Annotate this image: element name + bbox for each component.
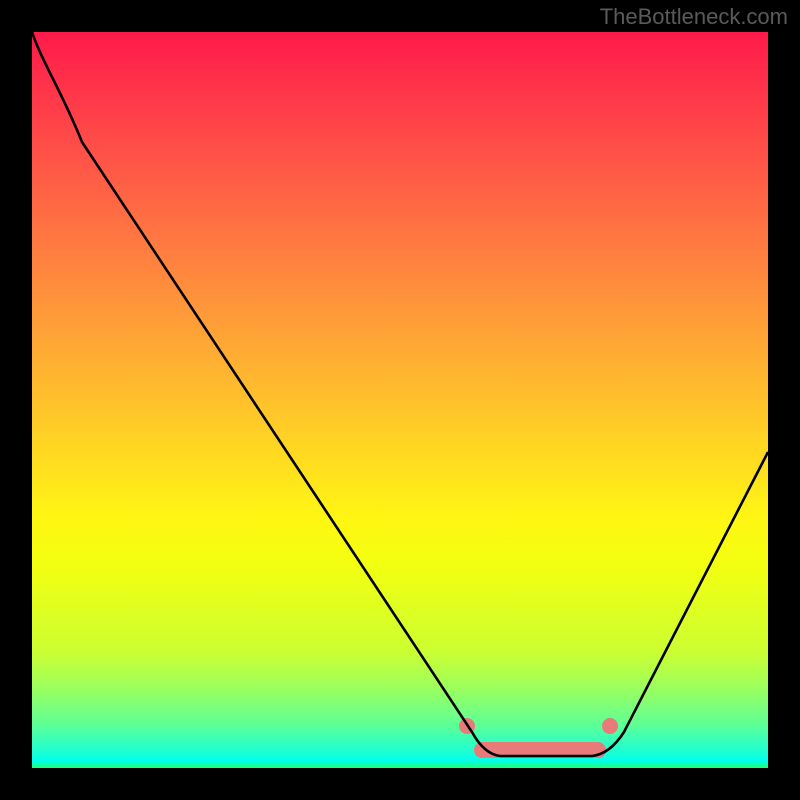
bottleneck-curve <box>32 32 768 768</box>
plot-area <box>32 32 768 768</box>
watermark-text: TheBottleneck.com <box>600 4 788 30</box>
